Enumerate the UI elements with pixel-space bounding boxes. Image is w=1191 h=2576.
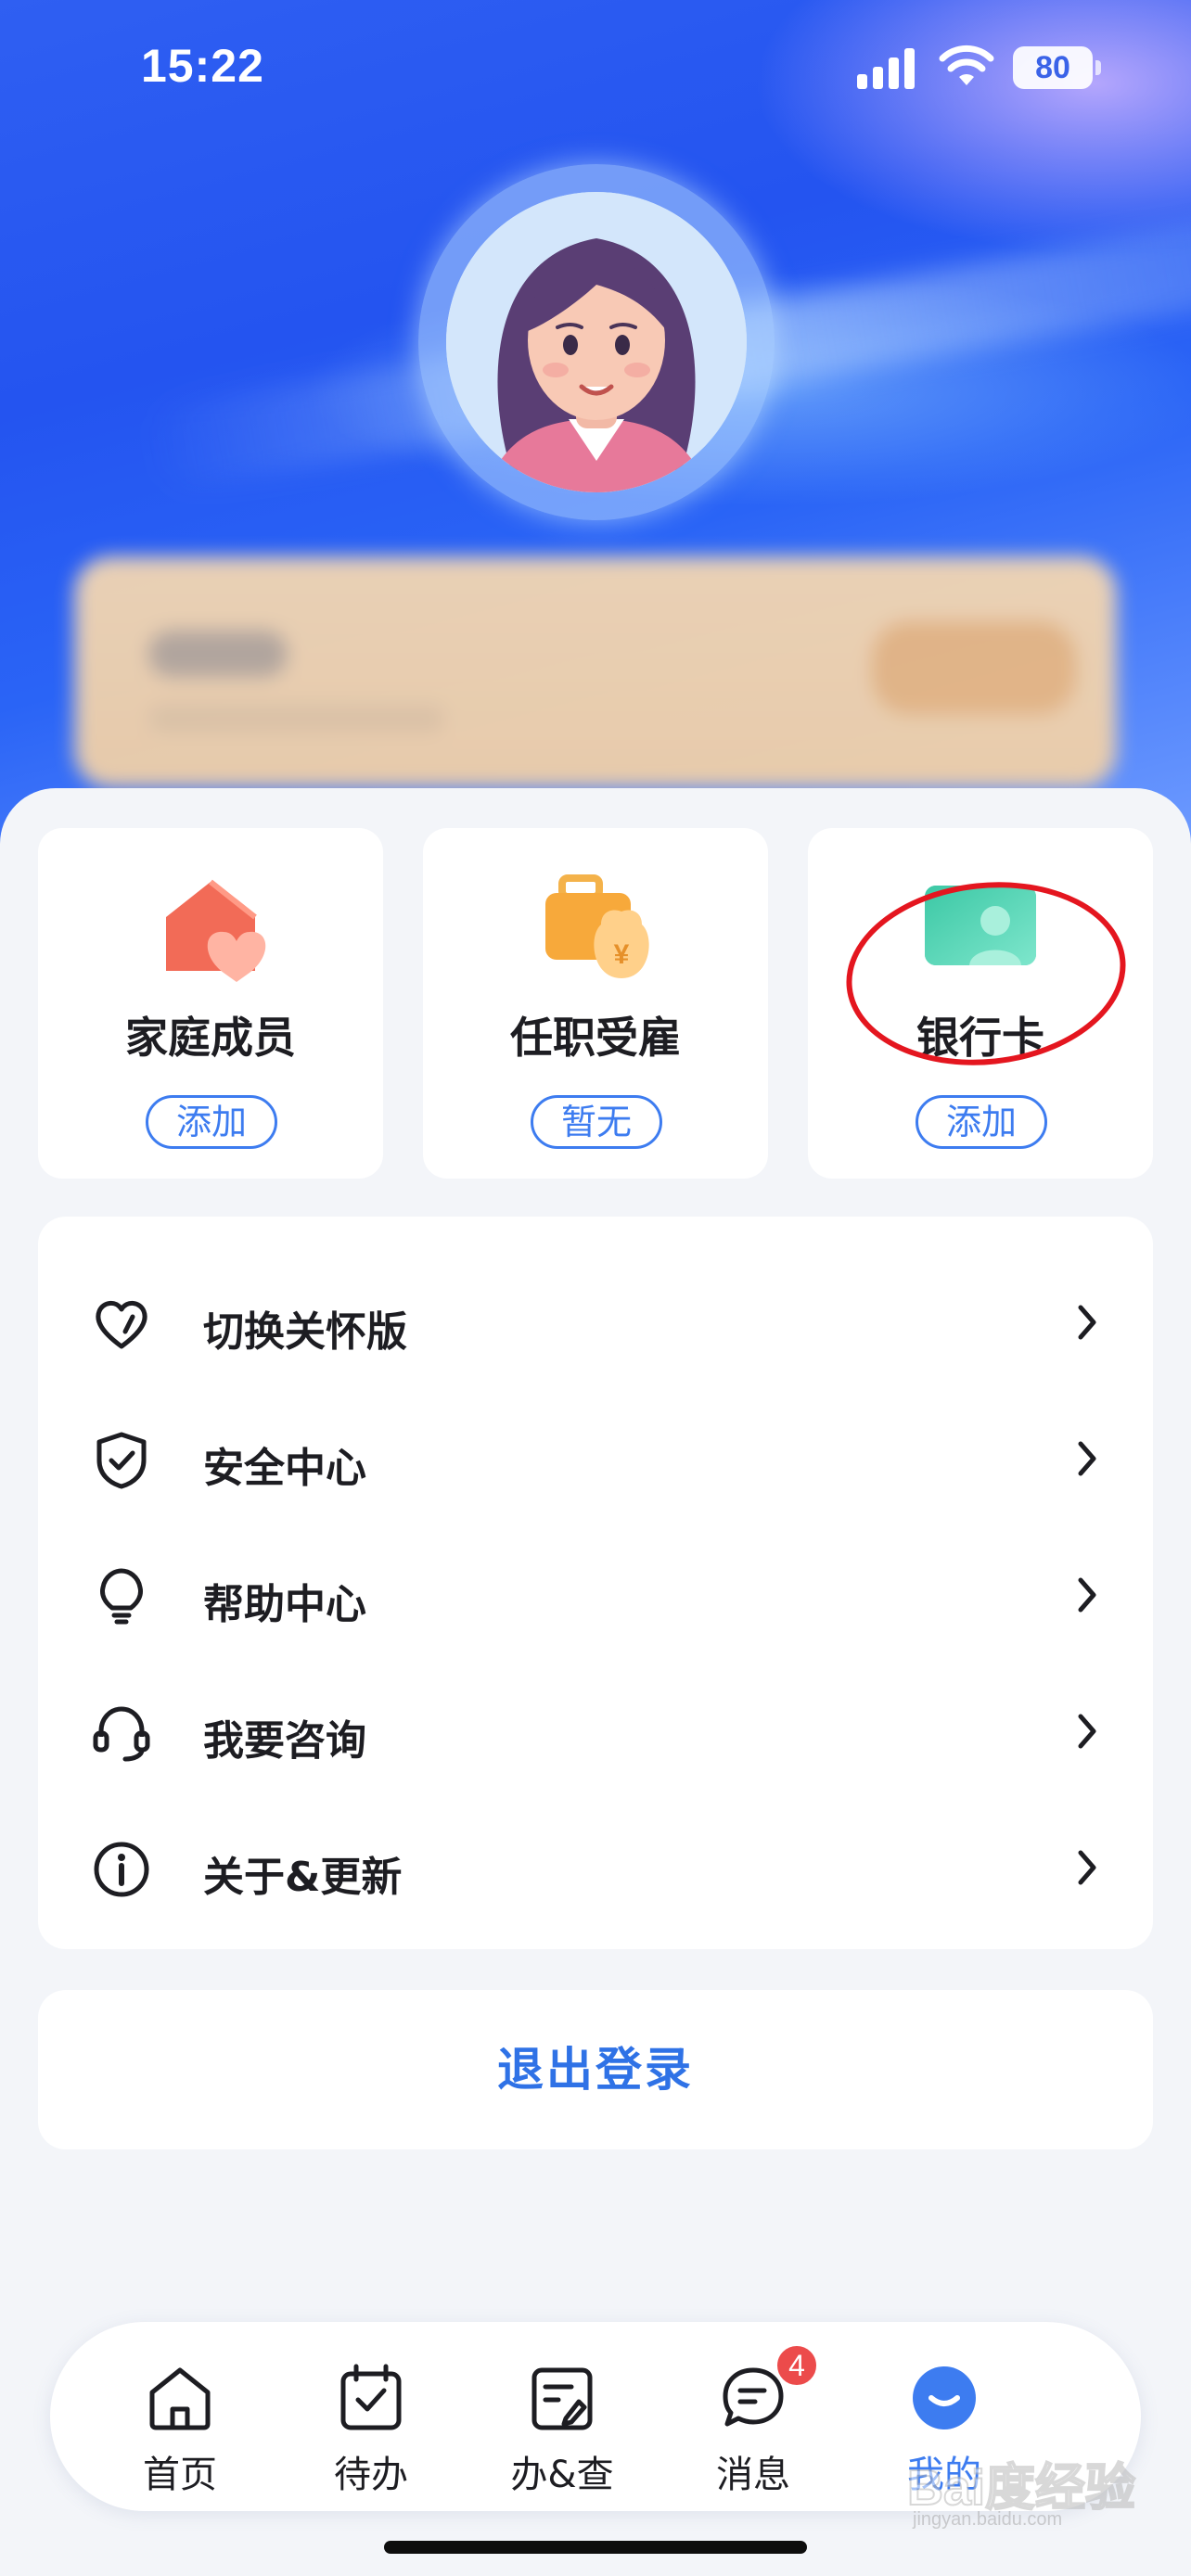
add-bank-card-button[interactable]: 添加 bbox=[916, 1095, 1047, 1149]
shortcut-employment[interactable]: ¥ 任职受雇 暂无 bbox=[423, 828, 768, 1179]
menu-label: 我要咨询 bbox=[203, 1717, 366, 1765]
menu-label: 帮助中心 bbox=[203, 1581, 366, 1628]
employment-status-button[interactable]: 暂无 bbox=[531, 1095, 662, 1149]
chevron-right-icon bbox=[1078, 1714, 1096, 1749]
menu-label: 安全中心 bbox=[203, 1445, 366, 1492]
home-icon bbox=[149, 2367, 211, 2430]
menu-label: 关于&更新 bbox=[203, 1854, 403, 1901]
tab-handle-query[interactable]: 办&查 bbox=[479, 2322, 646, 2511]
menu-item-consultation[interactable]: 我要咨询 bbox=[38, 1664, 1153, 1801]
avatar-woman-icon bbox=[446, 192, 747, 492]
chevron-right-icon bbox=[1078, 1305, 1096, 1340]
logout-label: 退出登录 bbox=[497, 2043, 694, 2097]
status-time: 15:22 bbox=[141, 40, 264, 92]
avatar[interactable] bbox=[446, 192, 747, 492]
menu-item-help-center[interactable]: 帮助中心 bbox=[38, 1528, 1153, 1664]
tab-label: 首页 bbox=[143, 2454, 217, 2496]
family-house-heart-icon bbox=[166, 879, 266, 982]
tab-label: 待办 bbox=[334, 2454, 408, 2496]
tab-label: 办&查 bbox=[510, 2454, 614, 2496]
settings-menu: 切换关怀版 安全中心 帮助中心 我要咨询 关于&更新 bbox=[38, 1217, 1153, 1949]
wifi-icon bbox=[939, 45, 994, 85]
svg-text:¥: ¥ bbox=[614, 939, 630, 970]
smile-profile-icon bbox=[913, 2366, 976, 2429]
form-edit-icon bbox=[531, 2367, 593, 2430]
tab-messages[interactable]: 4 消息 bbox=[670, 2322, 837, 2511]
menu-label: 切换关怀版 bbox=[203, 1308, 407, 1356]
watermark-sub: jingyan.baidu.com bbox=[913, 2509, 1063, 2530]
menu-item-security-center[interactable]: 安全中心 bbox=[38, 1392, 1153, 1528]
status-bar: 15:22 80 bbox=[0, 0, 1191, 139]
chevron-right-icon bbox=[1078, 1577, 1096, 1613]
briefcase-yen-icon: ¥ bbox=[545, 874, 649, 978]
lightbulb-icon bbox=[100, 1568, 143, 1625]
shortcut-title: 任职受雇 bbox=[510, 1013, 681, 1063]
logout-button[interactable]: 退出登录 bbox=[38, 1990, 1153, 2149]
calendar-check-icon bbox=[340, 2364, 402, 2430]
shortcut-family-members[interactable]: 家庭成员 添加 bbox=[38, 828, 383, 1179]
user-info-card[interactable] bbox=[74, 556, 1117, 788]
signal-icon bbox=[857, 48, 915, 89]
tab-todo[interactable]: 待办 bbox=[288, 2322, 455, 2511]
message-badge: 4 bbox=[774, 2342, 820, 2389]
heart-icon bbox=[96, 1301, 147, 1349]
add-family-button[interactable]: 添加 bbox=[146, 1095, 277, 1149]
menu-item-about-update[interactable]: 关于&更新 bbox=[38, 1801, 1153, 1937]
home-indicator[interactable] bbox=[384, 2541, 807, 2554]
battery-icon: 80 bbox=[1013, 46, 1104, 89]
menu-item-care-mode[interactable]: 切换关怀版 bbox=[38, 1256, 1153, 1392]
shortcut-title: 家庭成员 bbox=[125, 1013, 296, 1063]
chevron-right-icon bbox=[1078, 1850, 1096, 1885]
chevron-right-icon bbox=[1078, 1441, 1096, 1476]
tab-label: 消息 bbox=[716, 2454, 790, 2496]
battery-level: 80 bbox=[1013, 46, 1093, 89]
baidu-jingyan-watermark: Bai度经验 jingyan.baidu.com bbox=[906, 2439, 1148, 2541]
tab-home[interactable]: 首页 bbox=[96, 2322, 263, 2511]
shield-check-icon bbox=[96, 1432, 147, 1489]
headset-icon bbox=[93, 1706, 150, 1762]
info-icon bbox=[94, 1842, 149, 1897]
